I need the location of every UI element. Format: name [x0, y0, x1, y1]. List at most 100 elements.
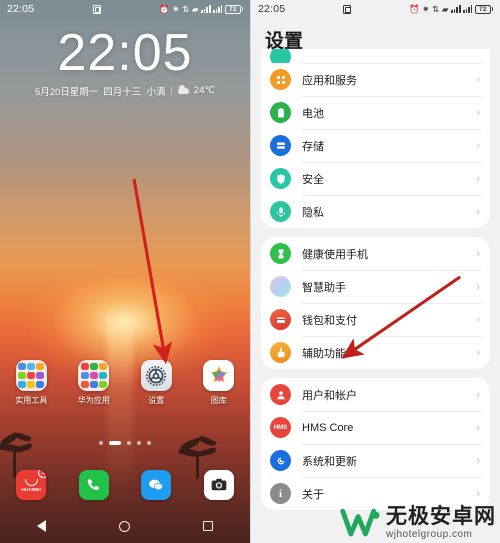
app-label: 设置 [148, 396, 165, 405]
chevron-right-icon: › [476, 346, 480, 359]
signal-icon-1 [451, 5, 461, 13]
battery-level-text: 72 [474, 4, 491, 14]
page-dot[interactable] [137, 441, 141, 445]
settings-item-storage[interactable]: 存储 › [261, 129, 490, 162]
settings-item-accessibility[interactable]: 辅助功能 › [261, 336, 490, 369]
app-shortcut-settings[interactable]: 设置 [125, 360, 188, 406]
phone-icon [78, 470, 109, 500]
settings-item-label: HMS Core [302, 421, 354, 434]
nfc-icon [343, 4, 352, 14]
battery-icon: 72 [224, 4, 243, 14]
dock-item-appgallery[interactable]: HUAWEI 3 [0, 470, 63, 500]
privacy-icon [270, 201, 291, 222]
settings-item-battery[interactable]: 电池 › [261, 96, 490, 129]
battery-icon: 72 [474, 4, 493, 14]
status-bar-notification-area [285, 4, 409, 14]
status-bar-time: 22:05 [7, 3, 35, 15]
chevron-right-icon: › [476, 388, 480, 401]
date-solar: 5月20日星期一 [34, 86, 99, 98]
cloud-icon [177, 84, 189, 94]
chevron-right-icon: › [476, 247, 480, 260]
home-date-bar: 5月20日星期一 四月十三 小满 | 24℃ [0, 84, 250, 98]
settings-group-2: 健康使用手机 › 智慧助手 › 钱包和支付 › 辅助功能 › [261, 237, 490, 369]
bluetooth-icon: ✷ [172, 3, 180, 14]
dual-screenshot: 22:05 ⏰ ✷ ⇅ ▰ 72 22:05 5月20日星期一 四月十三 小满 … [0, 0, 500, 543]
settings-item-label: 安全 [302, 173, 324, 186]
home-status-bar: 22:05 ⏰ ✷ ⇅ ▰ 72 [0, 0, 250, 18]
home-app-row: 实用工具 华为应用 设置 图库 [0, 360, 250, 406]
watermark-text: 无极安卓网 wjhotelgroup.com [386, 506, 496, 540]
gear-icon [140, 360, 172, 391]
settings-item-wallet-payment[interactable]: 钱包和支付 › [261, 303, 490, 336]
settings-item-label: 辅助功能 [302, 347, 346, 360]
home-screen: 22:05 ⏰ ✷ ⇅ ▰ 72 22:05 5月20日星期一 四月十三 小满 … [0, 0, 250, 543]
folder-icon [78, 360, 110, 391]
status-bar-icons: ⏰ ✷ ⇅ ▰ 72 [158, 3, 243, 14]
system-update-icon [270, 450, 291, 471]
mobile-data-icon: ⇅ [432, 3, 440, 14]
settings-group-3: 用户和帐户 › HMS HMS Core › 系统和更新 › i 关于 › [261, 378, 490, 510]
settings-item-label: 智慧助手 [302, 281, 346, 294]
settings-item-label: 存储 [302, 140, 324, 153]
alarm-icon: ⏰ [158, 3, 170, 14]
dock-item-camera[interactable] [188, 470, 251, 500]
digital-balance-icon [270, 243, 291, 264]
app-shortcut-gallery[interactable]: 图库 [188, 360, 251, 406]
battery-tip [241, 7, 243, 11]
page-dot[interactable] [147, 441, 151, 445]
alarm-icon: ⏰ [408, 3, 420, 14]
app-shortcut-huawei-apps[interactable]: 华为应用 [63, 360, 126, 406]
settings-item-hms-core[interactable]: HMS HMS Core › [261, 411, 490, 444]
recents-icon[interactable] [203, 521, 214, 531]
settings-item-privacy[interactable]: 隐私 › [261, 195, 490, 228]
wallet-icon [270, 309, 291, 330]
settings-item-label: 关于 [302, 488, 324, 501]
watermark: 无极安卓网 wjhotelgroup.com [340, 506, 496, 540]
signal-icon-2 [213, 5, 223, 13]
settings-item-system-update[interactable]: 系统和更新 › [261, 444, 490, 477]
camera-icon [203, 470, 234, 500]
settings-screen: 22:05 ⏰ ✷ ⇅ ▰ 72 设置 应用和服务 › 电池 › 存储 › 安全… [250, 0, 500, 543]
user-account-icon [270, 384, 291, 405]
app-label: 图库 [210, 396, 227, 405]
chevron-right-icon: › [476, 487, 480, 500]
settings-group-1: 应用和服务 › 电池 › 存储 › 安全 › 隐私 › [261, 49, 490, 228]
page-dot[interactable] [127, 441, 131, 445]
settings-item-label: 健康使用手机 [302, 248, 368, 261]
page-dot-active[interactable] [109, 441, 121, 445]
status-bar-icons: ⏰ ✷ ⇅ ▰ 72 [408, 3, 493, 14]
page-indicator[interactable] [0, 441, 250, 445]
settings-item-apps-services[interactable]: 应用和服务 › [261, 63, 490, 96]
app-label: 实用工具 [15, 396, 48, 405]
dock-item-phone[interactable] [63, 470, 126, 500]
battery-icon [270, 102, 291, 123]
settings-item-security[interactable]: 安全 › [261, 162, 490, 195]
settings-status-bar: 22:05 ⏰ ✷ ⇅ ▰ 72 [251, 0, 500, 18]
status-bar-notification-area [34, 4, 159, 14]
home-icon[interactable] [118, 520, 130, 532]
notification-badge: 3 [38, 470, 47, 478]
settings-item-label: 用户和帐户 [302, 389, 357, 402]
settings-item-users-accounts[interactable]: 用户和帐户 › [261, 378, 490, 411]
settings-row-clipped[interactable] [261, 49, 490, 63]
page-dot[interactable] [99, 441, 103, 445]
hms-core-icon: HMS [270, 417, 291, 438]
settings-item-label: 系统和更新 [302, 455, 357, 468]
apps-services-icon [270, 69, 291, 90]
chevron-right-icon: › [476, 313, 480, 326]
storage-icon [270, 135, 291, 156]
app-shortcut-utilities[interactable]: 实用工具 [0, 360, 63, 406]
chevron-right-icon: › [476, 280, 480, 293]
settings-item-digital-balance[interactable]: 健康使用手机 › [261, 237, 490, 270]
dock-item-messages[interactable] [125, 470, 188, 500]
chevron-right-icon: › [476, 139, 480, 152]
date-lunar: 四月十三 [103, 86, 142, 98]
about-icon: i [270, 483, 291, 504]
temperature: 24℃ [193, 85, 216, 97]
settings-item-label: 钱包和支付 [302, 314, 357, 327]
battery-level-text: 72 [224, 4, 241, 14]
settings-item-label: 隐私 [302, 206, 324, 219]
back-icon[interactable] [36, 520, 46, 532]
settings-item-ai-assistant[interactable]: 智慧助手 › [261, 270, 490, 303]
battery-tip [491, 7, 493, 11]
